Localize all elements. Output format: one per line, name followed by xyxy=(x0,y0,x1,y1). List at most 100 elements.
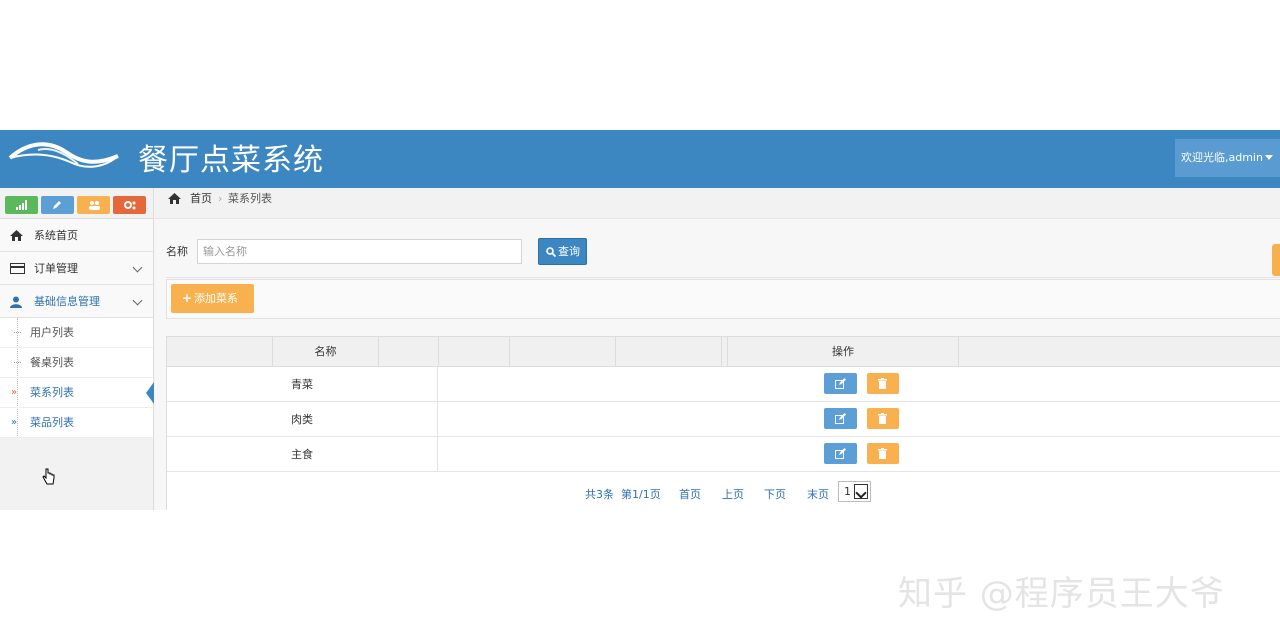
signal-icon xyxy=(16,200,27,210)
sidebar-item-basic-info[interactable]: 基础信息管理 xyxy=(0,285,153,318)
search-form: 名称 查询 xyxy=(166,233,1280,278)
search-input[interactable] xyxy=(197,239,522,264)
cuisine-name: 主食 xyxy=(167,437,438,472)
trash-icon xyxy=(878,448,887,459)
breadcrumb-current: 菜系列表 xyxy=(228,192,272,205)
pagination: 共3条 第1/1页 首页 上页 下页 末页 1 xyxy=(167,473,1280,510)
cogs-shortcut-button[interactable] xyxy=(113,196,146,214)
edit-icon xyxy=(835,378,846,389)
plus-icon: + xyxy=(182,291,193,305)
subitem-label: 菜系列表 xyxy=(30,386,74,399)
search-icon xyxy=(546,247,556,257)
logo-icon xyxy=(8,142,119,168)
row-spacer xyxy=(438,367,1280,402)
header-cell xyxy=(439,337,510,367)
user-menu-button[interactable]: 欢迎光临,admin xyxy=(1175,139,1280,177)
edit-icon xyxy=(835,448,846,459)
sidebar-subitem-users[interactable]: 用户列表 xyxy=(0,318,153,348)
sidebar-subitem-tables[interactable]: 餐桌列表 xyxy=(0,348,153,378)
search-button[interactable]: 查询 xyxy=(538,238,587,265)
delete-button[interactable] xyxy=(867,408,899,429)
table-row: 主食 xyxy=(167,437,1280,472)
header-cell xyxy=(379,337,439,367)
chevron-down-icon xyxy=(132,262,143,273)
tree-tick xyxy=(14,332,21,333)
pencil-icon xyxy=(53,201,61,209)
trash-icon xyxy=(878,413,887,424)
row-spacer xyxy=(438,437,1280,472)
credit-card-icon xyxy=(10,263,25,274)
edit-button[interactable] xyxy=(824,408,857,429)
submenu-basic-info: 用户列表 餐桌列表 » 菜系列表 » 菜品列表 xyxy=(0,318,154,438)
user-menu-label: 欢迎光临,admin xyxy=(1181,151,1263,164)
pencil-shortcut-button[interactable] xyxy=(41,196,74,214)
watermark: 知乎 @程序员王大爷 xyxy=(898,574,1225,614)
sidebar-subitem-dishes[interactable]: » 菜品列表 xyxy=(0,408,153,438)
sidebar: 系统首页 订单管理 基础信息管理 用户列表 餐桌列表 » 菜系列表 » 菜品列表 xyxy=(0,188,154,510)
sidebar-item-orders[interactable]: 订单管理 xyxy=(0,252,153,285)
user-icon xyxy=(10,296,22,308)
edit-button[interactable] xyxy=(824,373,857,394)
header-name: 名称 xyxy=(273,337,379,367)
caret-down-icon xyxy=(1265,155,1273,160)
cuisine-name: 肉类 xyxy=(167,402,438,437)
chevron-down-icon xyxy=(132,295,143,306)
pager-prev-link[interactable]: 上页 xyxy=(722,486,744,502)
row-spacer xyxy=(438,402,1280,437)
sidebar-item-label: 订单管理 xyxy=(34,262,78,275)
active-pointer-icon xyxy=(146,382,154,404)
users-icon xyxy=(89,201,100,210)
table-row: 肉类 xyxy=(167,402,1280,437)
tree-tick xyxy=(14,362,21,363)
pager-next-link[interactable]: 下页 xyxy=(764,486,786,502)
content-area: 名称 查询 + 添加菜系 名称 xyxy=(155,219,1280,510)
cogs-icon xyxy=(124,201,136,210)
header-cell xyxy=(510,337,616,367)
add-cuisine-button[interactable]: + 添加菜系 xyxy=(171,284,254,313)
pager-last-link[interactable]: 末页 xyxy=(807,486,829,502)
sidebar-subitem-cuisines[interactable]: » 菜系列表 xyxy=(0,378,154,408)
double-angle-right-icon: » xyxy=(11,417,18,428)
search-button-label: 查询 xyxy=(558,245,580,258)
pager-first-link[interactable]: 首页 xyxy=(679,486,701,502)
signal-shortcut-button[interactable] xyxy=(5,196,38,214)
delete-button[interactable] xyxy=(867,443,899,464)
table-row: 青菜 xyxy=(167,367,1280,402)
breadcrumb-separator: › xyxy=(218,192,223,205)
search-label: 名称 xyxy=(166,245,188,258)
breadcrumb: 首页 › 菜系列表 xyxy=(155,188,1280,219)
chevron-down-icon xyxy=(854,484,868,499)
breadcrumb-home-link[interactable]: 首页 xyxy=(190,188,212,210)
edit-icon xyxy=(835,413,846,424)
header-cell xyxy=(167,337,273,367)
subitem-label: 菜品列表 xyxy=(30,416,74,429)
home-icon xyxy=(10,230,23,241)
app-window: 餐厅点菜系统 欢迎光临,admin 系统首页 订单管理 基础信息管理 用户列表 … xyxy=(0,130,1280,510)
sidebar-item-label: 系统首页 xyxy=(34,229,78,242)
app-title: 餐厅点菜系统 xyxy=(138,143,324,178)
delete-button[interactable] xyxy=(867,373,899,394)
pager-page-info: 第1/1页 xyxy=(621,488,661,501)
header-cell xyxy=(616,337,722,367)
header-actions: 操作 xyxy=(728,337,959,367)
cuisine-table: 名称 操作 青菜 肉类 主食 共3条 第1/1页 首页 上页 下页 末页 1 xyxy=(166,336,1280,510)
pager-total: 共3条 xyxy=(585,488,614,501)
page-select-value: 1 xyxy=(844,485,851,498)
home-icon xyxy=(168,193,181,204)
double-angle-right-icon: » xyxy=(11,387,18,398)
add-button-label: 添加菜系 xyxy=(194,292,238,305)
shortcut-bar xyxy=(0,188,153,219)
cuisine-name: 青菜 xyxy=(167,367,438,402)
page-select[interactable]: 1 xyxy=(838,481,871,502)
hand-cursor-icon xyxy=(42,468,55,485)
sidebar-item-label: 基础信息管理 xyxy=(34,295,100,308)
main-panel: 首页 › 菜系列表 名称 查询 + 添加菜系 xyxy=(155,188,1280,510)
top-header: 餐厅点菜系统 欢迎光临,admin xyxy=(0,130,1280,188)
subitem-label: 用户列表 xyxy=(30,326,74,339)
toolbar: + 添加菜系 xyxy=(166,279,1280,319)
side-panel-toggle[interactable] xyxy=(1272,244,1280,276)
trash-icon xyxy=(878,378,887,389)
sidebar-item-home[interactable]: 系统首页 xyxy=(0,219,153,252)
edit-button[interactable] xyxy=(824,443,857,464)
users-shortcut-button[interactable] xyxy=(77,196,110,214)
